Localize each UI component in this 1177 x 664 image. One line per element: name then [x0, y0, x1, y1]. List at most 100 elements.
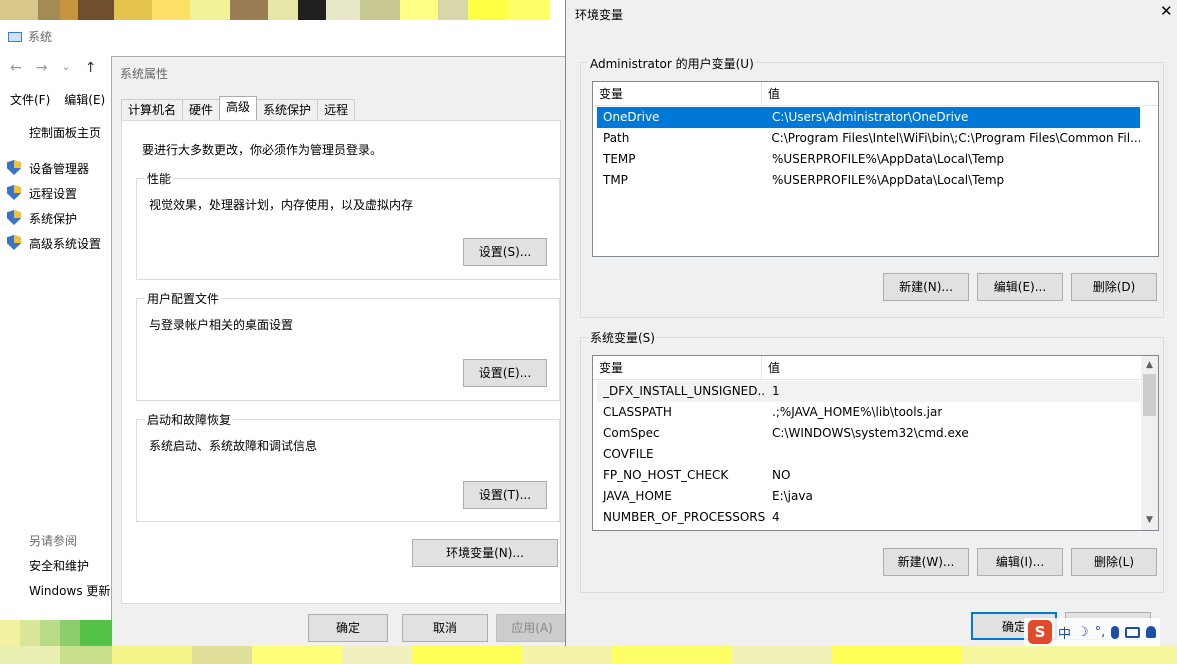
list-header: 变量 值 — [593, 82, 1158, 106]
vertical-scrollbar[interactable]: ▲ ▼ — [1141, 356, 1158, 530]
table-row[interactable]: COVFILE — [597, 444, 1140, 465]
variable-value: %USERPROFILE%\AppData\Local\Temp — [772, 152, 1005, 166]
mosaic-strip-left — [0, 620, 112, 646]
scroll-down-icon[interactable]: ▼ — [1141, 512, 1158, 529]
keyboard-icon[interactable] — [1125, 626, 1141, 638]
column-header-variable[interactable]: 变量 — [593, 82, 762, 105]
tab-hardware[interactable]: 硬件 — [182, 99, 221, 120]
punctuation-indicator[interactable]: °, — [1095, 625, 1106, 640]
moon-icon[interactable]: ☽ — [1077, 625, 1089, 640]
menu-edit[interactable]: 编辑(E) — [64, 91, 105, 108]
variable-value: C:\Program Files\Intel\WiFi\bin\;C:\Prog… — [771, 131, 1140, 145]
startup-recovery-label: 启动和故障恢复 — [145, 411, 234, 428]
variable-name: Path — [603, 131, 630, 145]
menu-bar: 文件(F) 编辑(E) — [10, 91, 105, 108]
admin-note: 要进行大多数更改，你必须作为管理员登录。 — [142, 143, 383, 157]
user-new-button[interactable]: 新建(N)... — [883, 273, 969, 301]
tab-remote[interactable]: 远程 — [317, 99, 356, 120]
tab-strip: 计算机名 硬件 高级 系统保护 远程 — [121, 96, 356, 120]
cancel-button[interactable]: 取消 — [402, 614, 488, 642]
variable-name: OneDrive — [603, 110, 660, 124]
column-header-value[interactable]: 值 — [762, 356, 780, 379]
mosaic-strip-top — [0, 0, 570, 20]
device-manager-link[interactable]: 设备管理器 — [29, 160, 89, 177]
variable-name: NUMBER_OF_PROCESSORS — [603, 510, 766, 524]
performance-group: 性能 视觉效果，处理器计划，内存使用，以及虚拟内存 设置(S)... — [136, 170, 560, 280]
tab-system-protection[interactable]: 系统保护 — [256, 99, 319, 120]
system-variables-list[interactable]: 变量 值 _DFX_INSTALL_UNSIGNED... 1 CLASSPAT… — [592, 355, 1159, 531]
performance-settings-button[interactable]: 设置(S)... — [463, 238, 547, 266]
variable-value: 4 — [772, 510, 780, 524]
variable-name: TEMP — [603, 152, 636, 166]
advanced-system-settings-link[interactable]: 高级系统设置 — [29, 235, 101, 252]
see-also-heading: 另请参阅 — [29, 534, 78, 548]
variable-name: JAVA_HOME — [603, 489, 672, 503]
remote-settings-link[interactable]: 远程设置 — [29, 185, 77, 202]
user-icon[interactable] — [1146, 626, 1157, 638]
variable-value: NO — [772, 468, 791, 482]
table-row[interactable]: OneDrive C:\Users\Administrator\OneDrive — [597, 107, 1140, 128]
system-edit-button[interactable]: 编辑(I)... — [977, 548, 1063, 576]
user-edit-button[interactable]: 编辑(E)... — [977, 273, 1063, 301]
back-arrow-icon[interactable]: ← — [10, 60, 22, 76]
variable-value: 1 — [772, 384, 780, 398]
variable-name: _DFX_INSTALL_UNSIGNED... — [603, 384, 766, 398]
user-profiles-group: 用户配置文件 与登录帐户相关的桌面设置 设置(E)... — [136, 290, 560, 401]
system-protection-link[interactable]: 系统保护 — [29, 210, 77, 227]
up-arrow-icon[interactable]: ↑ — [85, 60, 97, 76]
environment-variables-button[interactable]: 环境变量(N)... — [412, 539, 558, 567]
user-variables-list[interactable]: 变量 值 OneDrive C:\Users\Administrator\One… — [592, 81, 1159, 257]
ime-mode-indicator[interactable]: 中 — [1058, 623, 1071, 642]
variable-value: C:\WINDOWS\system32\cmd.exe — [772, 426, 969, 440]
forward-arrow-icon[interactable]: → — [36, 60, 48, 76]
close-icon[interactable]: ✕ — [1160, 4, 1173, 19]
ok-button[interactable]: 确定 — [308, 614, 388, 642]
table-row[interactable]: JAVA_HOME E:\java — [597, 486, 1140, 507]
computer-icon — [8, 31, 22, 42]
tab-advanced[interactable]: 高级 — [219, 96, 258, 120]
user-variables-rows: OneDrive C:\Users\Administrator\OneDrive… — [593, 107, 1158, 191]
system-new-button[interactable]: 新建(W)... — [883, 548, 969, 576]
control-panel-home-link[interactable]: 控制面板主页 — [29, 124, 101, 141]
column-header-value[interactable]: 值 — [762, 82, 780, 105]
table-row[interactable]: Path C:\Program Files\Intel\WiFi\bin\;C:… — [597, 128, 1140, 149]
environment-variables-dialog: 环境变量 ✕ Administrator 的用户变量(U) 变量 值 OneDr… — [565, 0, 1177, 650]
table-row[interactable]: CLASSPATH .;%JAVA_HOME%\lib\tools.jar — [597, 402, 1140, 423]
variable-value: E:\java — [772, 489, 813, 503]
scroll-thumb[interactable] — [1143, 374, 1156, 416]
table-row[interactable]: NUMBER_OF_PROCESSORS 4 — [597, 507, 1140, 528]
column-header-variable[interactable]: 变量 — [593, 356, 762, 379]
variable-value: .;%JAVA_HOME%\lib\tools.jar — [772, 405, 943, 419]
startup-recovery-settings-button[interactable]: 设置(T)... — [463, 481, 547, 509]
variable-value: C:\Users\Administrator\OneDrive — [772, 110, 969, 124]
sogou-logo-icon[interactable]: S — [1028, 620, 1052, 644]
table-row[interactable]: ComSpec C:\WINDOWS\system32\cmd.exe — [597, 423, 1140, 444]
user-variables-label: Administrator 的用户变量(U) — [588, 55, 756, 72]
table-row[interactable]: TEMP %USERPROFILE%\AppData\Local\Temp — [597, 149, 1140, 170]
user-profiles-description: 与登录帐户相关的桌面设置 — [149, 318, 294, 332]
startup-recovery-group: 启动和故障恢复 系统启动、系统故障和调试信息 设置(T)... — [136, 411, 560, 522]
table-row[interactable]: FP_NO_HOST_CHECK NO — [597, 465, 1140, 486]
system-window-title-text: 系统 — [28, 30, 53, 44]
variable-name: CLASSPATH — [603, 405, 672, 419]
system-delete-button[interactable]: 删除(L) — [1071, 548, 1157, 576]
tab-computer-name[interactable]: 计算机名 — [121, 99, 184, 120]
shield-icon — [7, 185, 21, 200]
chevron-down-icon[interactable]: ⌄ — [61, 60, 70, 76]
list-header: 变量 值 — [593, 356, 1158, 380]
system-variables-label: 系统变量(S) — [588, 329, 657, 346]
security-maintenance-link[interactable]: 安全和维护 — [29, 557, 89, 574]
variable-name: ComSpec — [603, 426, 660, 440]
user-delete-button[interactable]: 删除(D) — [1071, 273, 1157, 301]
variable-name: COVFILE — [603, 447, 654, 461]
variable-name: TMP — [603, 173, 628, 187]
menu-file[interactable]: 文件(F) — [10, 91, 50, 108]
table-row[interactable]: _DFX_INSTALL_UNSIGNED... 1 — [597, 381, 1140, 402]
user-profiles-settings-button[interactable]: 设置(E)... — [463, 359, 547, 387]
apply-button[interactable]: 应用(A) — [496, 614, 568, 642]
windows-update-link[interactable]: Windows 更新 — [29, 582, 110, 599]
microphone-icon[interactable] — [1111, 625, 1120, 639]
shield-icon — [7, 160, 21, 175]
table-row[interactable]: TMP %USERPROFILE%\AppData\Local\Temp — [597, 170, 1140, 191]
scroll-up-icon[interactable]: ▲ — [1141, 357, 1158, 374]
